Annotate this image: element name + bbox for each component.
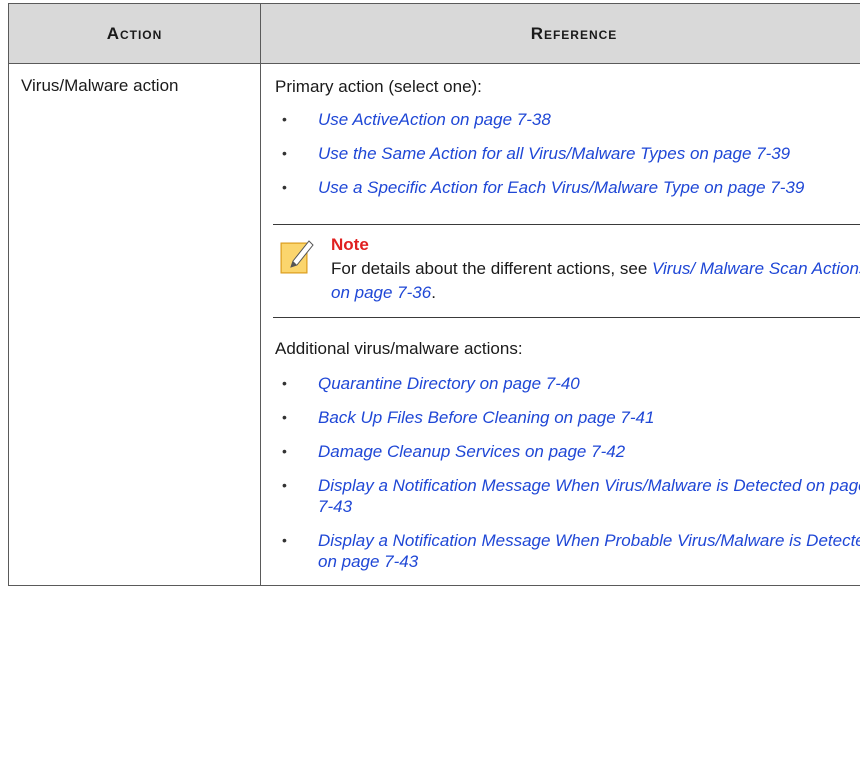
note-text-suffix: . <box>431 283 436 302</box>
action-cell: Virus/Malware action <box>8 63 261 586</box>
link-damage-cleanup[interactable]: Damage Cleanup Services on page 7-42 <box>318 442 625 461</box>
bullet-icon: • <box>282 179 287 195</box>
additional-action-list: • Quarantine Directory on page 7-40 • Ba… <box>275 373 860 572</box>
bullet-icon: • <box>282 443 287 459</box>
header-reference: Reference <box>260 3 860 64</box>
reference-cell: Primary action (select one): • Use Activ… <box>260 63 860 586</box>
primary-action-list: • Use ActiveAction on page 7-38 • Use th… <box>275 109 860 198</box>
table-row: Virus/Malware action Primary action (sel… <box>8 63 860 586</box>
list-item: • Quarantine Directory on page 7-40 <box>275 373 860 394</box>
header-action: Action <box>8 3 261 64</box>
link-use-activeaction[interactable]: Use ActiveAction on page 7-38 <box>318 110 551 129</box>
link-notification-probable[interactable]: Display a Notification Message When Prob… <box>318 531 860 571</box>
primary-action-intro: Primary action (select one): <box>275 77 482 96</box>
note-box: Note For details about the different act… <box>273 224 860 318</box>
bullet-icon: • <box>282 477 287 493</box>
link-same-action-all-types[interactable]: Use the Same Action for all Virus/Malwar… <box>318 144 790 163</box>
bullet-icon: • <box>282 409 287 425</box>
note-text-prefix: For details about the different actions,… <box>331 259 652 278</box>
link-quarantine-directory[interactable]: Quarantine Directory on page 7-40 <box>318 374 580 393</box>
bullet-icon: • <box>282 145 287 161</box>
link-notification-detected[interactable]: Display a Notification Message When Viru… <box>318 476 860 516</box>
bullet-icon: • <box>282 532 287 548</box>
list-item: • Damage Cleanup Services on page 7-42 <box>275 441 860 462</box>
link-specific-action-each-type[interactable]: Use a Specific Action for Each Virus/Mal… <box>318 178 804 197</box>
link-back-up-files[interactable]: Back Up Files Before Cleaning on page 7-… <box>318 408 654 427</box>
note-title: Note <box>331 235 369 254</box>
bullet-icon: • <box>282 375 287 391</box>
note-text: For details about the different actions,… <box>331 257 860 305</box>
list-item: • Display a Notification Message When Vi… <box>275 475 860 517</box>
additional-actions-intro: Additional virus/malware actions: <box>275 339 523 358</box>
list-item: • Use ActiveAction on page 7-38 <box>275 109 860 130</box>
reference-table: Action Reference Virus/Malware action Pr… <box>8 3 860 586</box>
note-pencil-icon <box>280 240 314 274</box>
list-item: • Display a Notification Message When Pr… <box>275 530 860 572</box>
list-item: • Use a Specific Action for Each Virus/M… <box>275 177 860 198</box>
list-item: • Back Up Files Before Cleaning on page … <box>275 407 860 428</box>
list-item: • Use the Same Action for all Virus/Malw… <box>275 143 860 164</box>
bullet-icon: • <box>282 111 287 127</box>
table-header-row: Action Reference <box>8 3 860 64</box>
